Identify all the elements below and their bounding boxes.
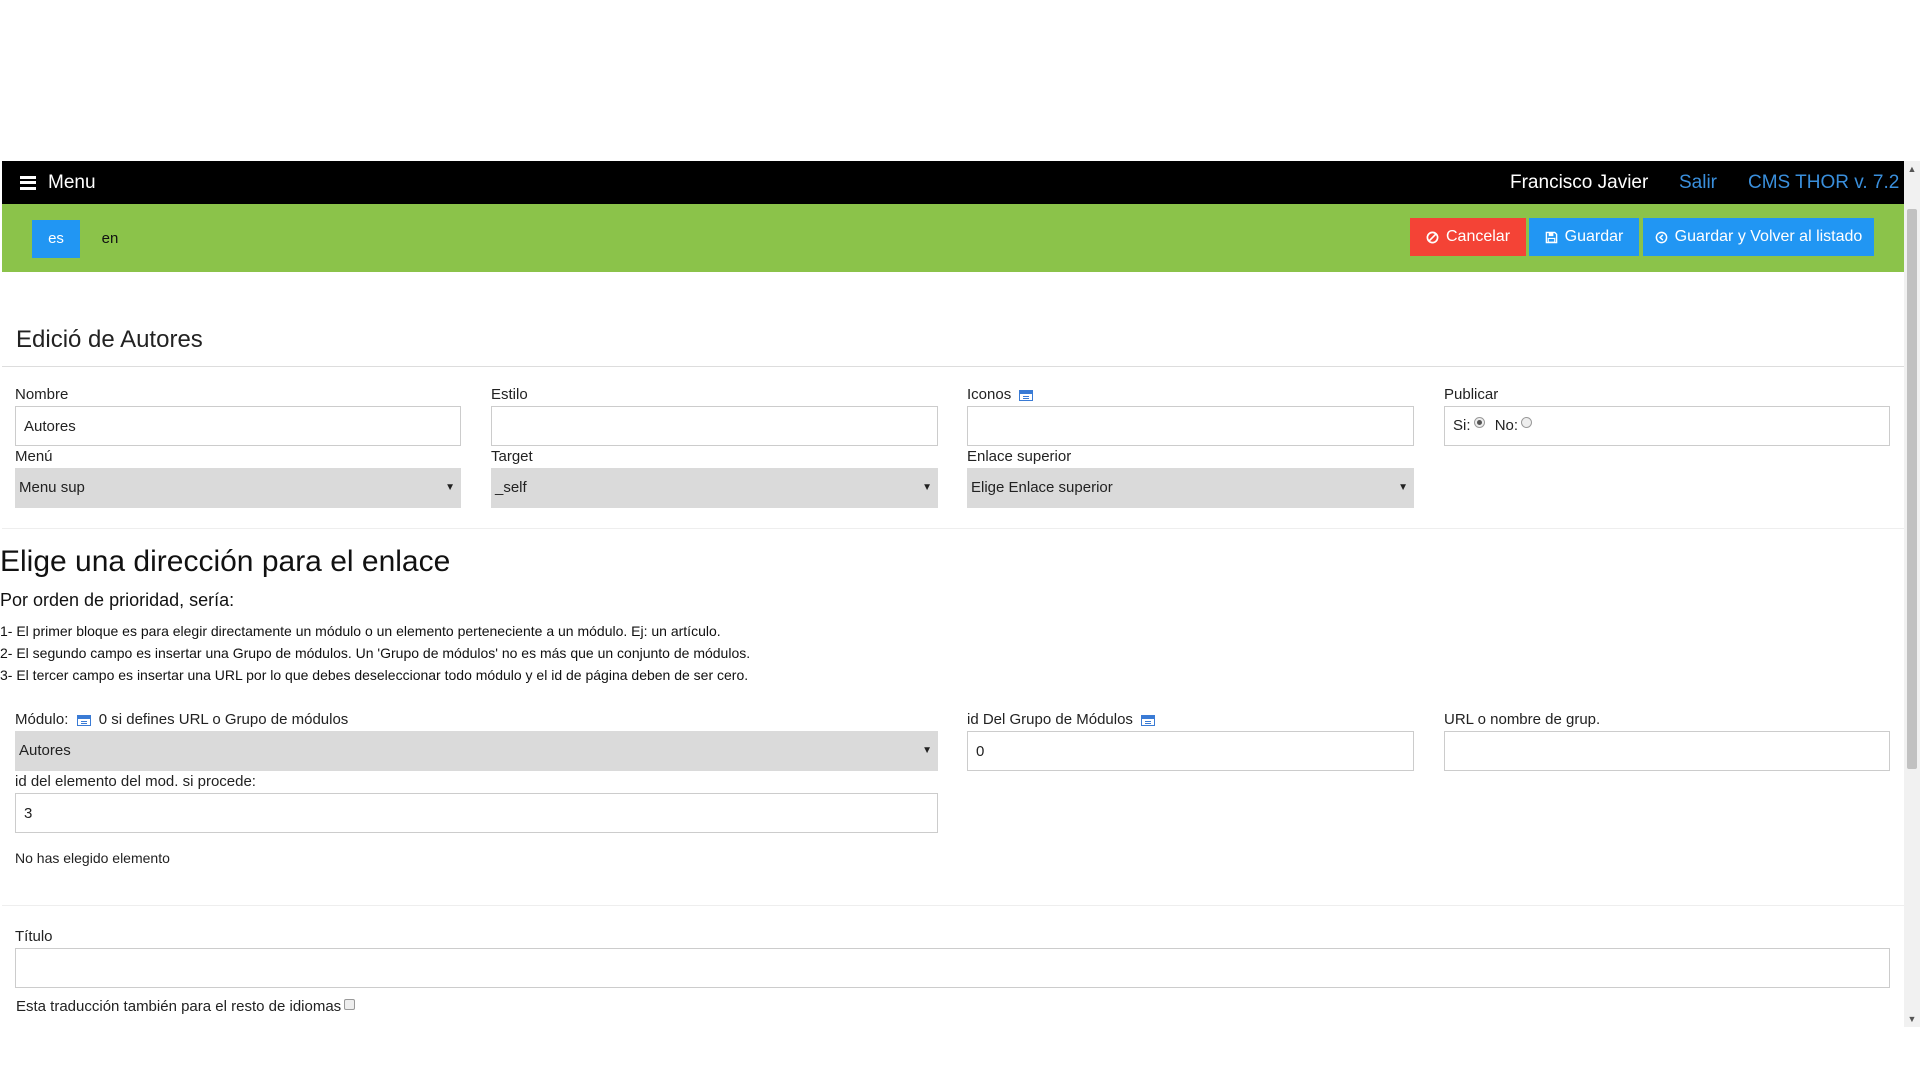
publicar-si-radio[interactable] (1473, 417, 1485, 428)
url-input[interactable] (1444, 731, 1890, 771)
enlace-superior-select-value: Elige Enlace superior (971, 479, 1113, 496)
all-languages-checkbox[interactable] (344, 999, 356, 1010)
grupo-modulos-label-group: id Del Grupo de Módulos (967, 711, 1156, 728)
scroll-down-arrow-icon[interactable]: ▼ (1904, 1011, 1920, 1027)
floppy-disk-icon (1545, 231, 1557, 243)
target-label: Target (491, 448, 533, 465)
section-subheading: Por orden de prioridad, sería: (0, 590, 235, 610)
save-and-return-label: Guardar y Volver al listado (1674, 228, 1863, 245)
module-group-list-icon[interactable] (1141, 714, 1156, 726)
vertical-scrollbar[interactable]: ▲ ▼ (1904, 161, 1920, 1027)
modulo-select-value: Autores (19, 742, 71, 759)
all-languages-label: Esta traducción también para el resto de… (16, 998, 342, 1015)
ban-icon (1426, 231, 1439, 243)
cms-version-link[interactable]: CMS THOR v. 7.2 (1748, 161, 1899, 204)
page-title: Edició de Autores (16, 326, 203, 353)
help-line: 2- El segundo campo es insertar una Grup… (0, 645, 751, 661)
estilo-label: Estilo (491, 386, 528, 403)
scrollbar-thumb[interactable] (1907, 209, 1917, 769)
caret-down-icon: ▼ (1398, 482, 1408, 493)
elemento-status: No has elegido elemento (15, 850, 170, 866)
iconos-label: Iconos (967, 386, 1012, 403)
enlace-superior-label: Enlace superior (967, 448, 1072, 465)
menu-select-value: Menu sup (19, 479, 85, 496)
cancel-label: Cancelar (1445, 228, 1511, 245)
caret-down-icon: ▼ (445, 482, 455, 493)
url-label: URL o nombre de grup. (1444, 711, 1601, 728)
save-and-return-button[interactable]: Guardar y Volver al listado (1643, 218, 1874, 256)
publicar-radio-group: Si: No: (1444, 406, 1890, 446)
menu-toggle-button[interactable]: Menu (20, 161, 96, 204)
publicar-label: Publicar (1444, 386, 1499, 403)
menu-label: Menu (48, 171, 96, 193)
elemento-label: id del elemento del mod. si procede: (15, 773, 256, 790)
icon-picker-icon[interactable] (1019, 389, 1034, 401)
target-select-value: _self (495, 479, 527, 496)
modulo-hint: 0 si defines URL o Grupo de módulos (98, 711, 349, 728)
save-label: Guardar (1564, 228, 1624, 245)
save-button[interactable]: Guardar (1529, 218, 1639, 256)
caret-down-icon: ▼ (922, 482, 932, 493)
divider (2, 366, 1905, 367)
logout-link[interactable]: Salir (1679, 161, 1717, 204)
help-line: 1- El primer bloque es para elegir direc… (0, 623, 721, 639)
help-line: 3- El tercer campo es insertar una URL p… (0, 667, 749, 683)
grupo-modulos-input[interactable] (967, 731, 1414, 771)
scroll-up-arrow-icon[interactable]: ▲ (1904, 161, 1920, 177)
language-tab-es[interactable]: es (32, 220, 80, 258)
section-heading: Elige una dirección para el enlace (0, 545, 451, 578)
user-name: Francisco Javier (1510, 172, 1649, 193)
caret-down-icon: ▼ (922, 745, 932, 756)
language-tab-en[interactable]: en (94, 220, 126, 258)
menu-select[interactable]: Menu sup ▼ (15, 468, 461, 508)
publicar-si-label: Si: (1453, 417, 1471, 434)
target-select[interactable]: _self ▼ (491, 468, 938, 508)
publicar-no-label: No: (1494, 417, 1519, 434)
titulo-label: Título (15, 928, 53, 945)
action-bar: es en Cancelar Guardar Guardar y Volver … (2, 204, 1905, 272)
hamburger-icon (20, 175, 36, 190)
modulo-select[interactable]: Autores ▼ (15, 731, 938, 771)
divider (2, 528, 1905, 529)
grupo-modulos-label: id Del Grupo de Módulos (967, 711, 1133, 728)
all-languages-option: Esta traducción también para el resto de… (16, 998, 356, 1015)
modulo-label: Módulo: (15, 711, 69, 728)
iconos-label-group: Iconos (967, 386, 1034, 403)
modulo-label-group: Módulo: 0 si defines URL o Grupo de módu… (15, 711, 348, 728)
publicar-no-radio[interactable] (1521, 417, 1533, 428)
menu-label-field: Menú (15, 448, 53, 465)
titulo-input[interactable] (15, 948, 1890, 988)
top-navbar: Menu Francisco Javier Salir CMS THOR v. … (2, 161, 1905, 204)
nombre-input[interactable] (15, 406, 461, 446)
enlace-superior-select[interactable]: Elige Enlace superior ▼ (967, 468, 1414, 508)
elemento-input[interactable] (15, 793, 938, 833)
divider (2, 905, 1905, 906)
estilo-input[interactable] (491, 406, 938, 446)
module-list-icon[interactable] (76, 714, 91, 726)
cancel-button[interactable]: Cancelar (1410, 218, 1526, 256)
nombre-label: Nombre (15, 386, 69, 403)
arrow-circle-left-icon (1655, 231, 1668, 243)
iconos-input[interactable] (967, 406, 1414, 446)
